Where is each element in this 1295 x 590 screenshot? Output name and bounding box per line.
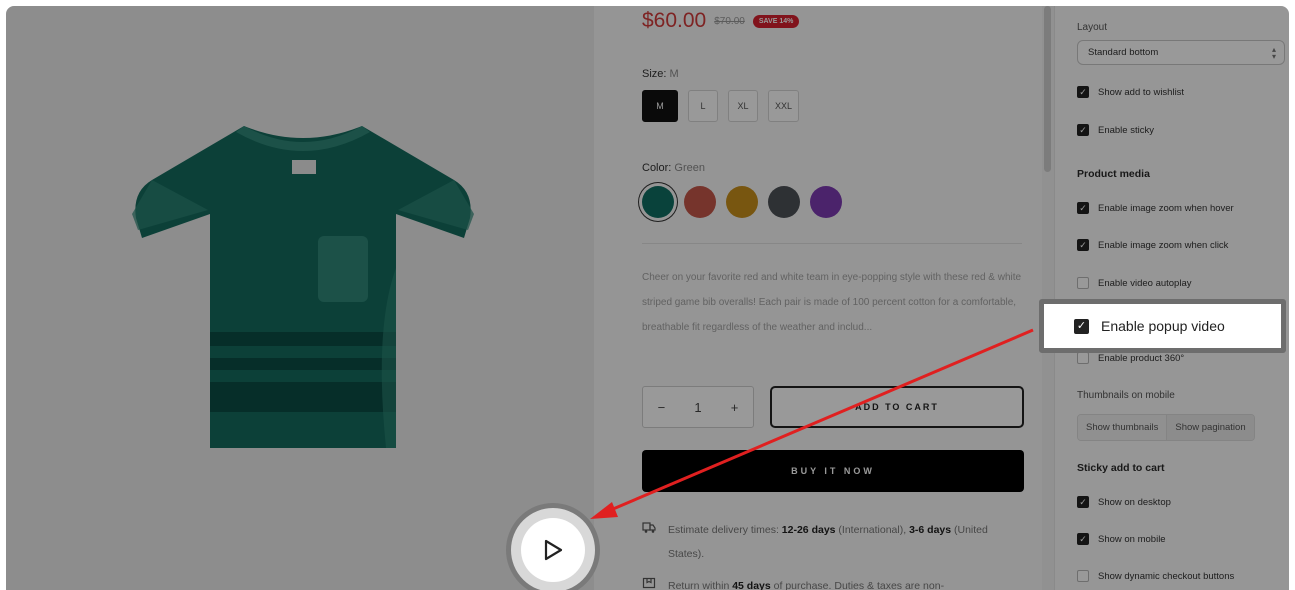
play-icon — [544, 539, 563, 561]
dim-overlay — [6, 6, 1289, 590]
play-button[interactable] — [521, 518, 585, 582]
popup-video-label: Enable popup video — [1101, 318, 1225, 334]
checkbox-checked-icon[interactable]: ✓ — [1074, 318, 1089, 334]
app-frame: $60.00 $70.00 SAVE 14% Size: M M L XL XX… — [6, 6, 1289, 590]
play-button-highlight — [506, 503, 600, 590]
popup-video-checkbox[interactable]: ✓ Enable popup video — [1039, 299, 1286, 353]
